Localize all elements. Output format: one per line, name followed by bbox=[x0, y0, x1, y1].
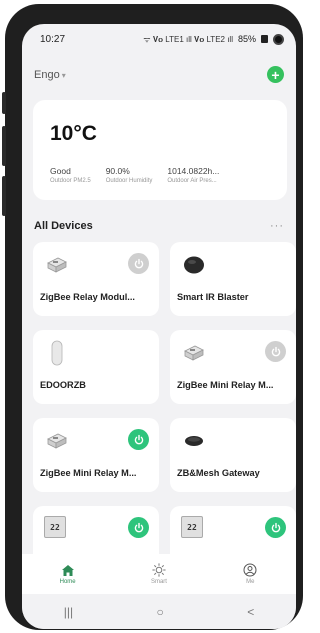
profile-icon bbox=[243, 563, 257, 577]
stat-label: Outdoor Humidity bbox=[105, 178, 153, 184]
relay-module-icon bbox=[44, 252, 70, 278]
device-card[interactable]: EDOORZB bbox=[33, 330, 159, 404]
weather-stat-pm25: Good Outdoor PM2.5 bbox=[50, 166, 91, 184]
device-card[interactable]: ZigBee Relay Modul... bbox=[33, 242, 159, 316]
power-icon bbox=[271, 522, 280, 532]
phone-frame: 10:27 ᯤ 𝐕𝐨 LTE1 ıll 𝐕𝐨 LTE2 ıll 85% Engo… bbox=[2, 4, 303, 630]
power-toggle-button[interactable] bbox=[265, 517, 286, 538]
nav-me[interactable]: Me bbox=[220, 563, 280, 585]
more-options-icon[interactable]: ··· bbox=[270, 220, 284, 232]
device-card[interactable]: ZigBee Mini Relay M... bbox=[170, 330, 296, 404]
nav-smart[interactable]: Smart bbox=[129, 563, 189, 585]
device-name: Smart IR Blaster bbox=[177, 292, 249, 302]
power-toggle-button[interactable] bbox=[128, 253, 149, 274]
nav-home[interactable]: Home bbox=[38, 564, 98, 585]
display-reading: 22 bbox=[50, 522, 60, 532]
home-button-icon[interactable]: ○ bbox=[157, 605, 164, 619]
power-icon bbox=[271, 346, 280, 356]
stat-value: 1014.0822h... bbox=[167, 166, 220, 176]
chevron-down-icon: ▾ bbox=[61, 70, 66, 80]
device-name: EDOORZB bbox=[40, 380, 86, 390]
outdoor-temperature: 10°C bbox=[50, 122, 97, 145]
back-icon[interactable]: < bbox=[247, 605, 254, 619]
stat-label: Outdoor PM2.5 bbox=[50, 178, 91, 184]
plus-icon: + bbox=[271, 66, 280, 83]
gateway-icon bbox=[181, 428, 207, 454]
device-card[interactable]: Smart IR Blaster bbox=[170, 242, 296, 316]
home-header: Engo ▾ + bbox=[34, 66, 284, 83]
mini-relay-icon bbox=[181, 340, 207, 366]
sun-icon bbox=[152, 563, 166, 577]
stat-value: Good bbox=[50, 166, 71, 176]
weather-stats: Good Outdoor PM2.5 90.0% Outdoor Humidit… bbox=[50, 166, 219, 184]
device-name: ZigBee Mini Relay M... bbox=[177, 380, 274, 390]
nav-label: Home bbox=[59, 578, 76, 585]
battery-level: 85% bbox=[237, 34, 256, 44]
thermostat-display-icon: 22 bbox=[44, 516, 66, 538]
door-sensor-icon bbox=[44, 340, 70, 366]
stat-value: 90.0% bbox=[105, 166, 130, 176]
signal-icons: ᯤ 𝐕𝐨 LTE1 ıll 𝐕𝐨 LTE2 ıll bbox=[143, 34, 233, 44]
device-name: ZB&Mesh Gateway bbox=[177, 468, 260, 478]
volume-up-button bbox=[2, 92, 6, 114]
nav-label: Smart bbox=[150, 579, 167, 585]
app-screen: 10:27 ᯤ 𝐕𝐨 LTE1 ıll 𝐕𝐨 LTE2 ıll 85% Engo… bbox=[22, 24, 296, 629]
power-toggle-button[interactable] bbox=[265, 341, 286, 362]
weather-stat-humidity: 90.0% Outdoor Humidity bbox=[106, 166, 153, 184]
volume-down-button bbox=[2, 126, 6, 166]
power-toggle-button[interactable] bbox=[128, 429, 149, 450]
device-name: ZigBee Mini Relay M... bbox=[40, 468, 137, 478]
add-device-button[interactable]: + bbox=[267, 66, 284, 83]
all-devices-tab[interactable]: All Devices bbox=[34, 220, 93, 232]
devices-header: All Devices ··· bbox=[34, 220, 284, 232]
battery-icon bbox=[261, 35, 268, 43]
system-navigation-bar: ||| ○ < bbox=[22, 594, 296, 629]
home-selector[interactable]: Engo ▾ bbox=[34, 69, 66, 81]
device-name: ZigBee Relay Modul... bbox=[40, 292, 135, 302]
status-time: 10:27 bbox=[40, 33, 66, 45]
weather-card[interactable]: 10°C Good Outdoor PM2.5 90.0% Outdoor Hu… bbox=[33, 100, 287, 200]
display-reading: 22 bbox=[187, 522, 197, 532]
power-icon bbox=[134, 258, 143, 268]
power-side-button bbox=[2, 176, 6, 216]
front-camera bbox=[273, 33, 284, 45]
status-bar: 10:27 ᯤ 𝐕𝐨 LTE1 ıll 𝐕𝐨 LTE2 ıll 85% bbox=[22, 24, 296, 54]
bottom-navigation: Home Smart Me bbox=[22, 554, 296, 594]
mini-relay-icon bbox=[44, 428, 70, 454]
home-icon bbox=[61, 564, 74, 576]
home-name: Engo bbox=[34, 68, 60, 81]
ir-blaster-icon bbox=[181, 252, 207, 278]
nav-label: Me bbox=[246, 579, 255, 585]
device-card[interactable]: ZB&Mesh Gateway bbox=[170, 418, 296, 492]
weather-stat-pressure: 1014.0822h... Outdoor Air Pres... bbox=[167, 166, 219, 184]
device-card[interactable]: ZigBee Mini Relay M... bbox=[33, 418, 159, 492]
power-icon bbox=[134, 434, 143, 444]
power-icon bbox=[134, 522, 143, 532]
recents-icon[interactable]: ||| bbox=[64, 605, 73, 619]
stat-label: Outdoor Air Pres... bbox=[167, 178, 217, 184]
thermostat-display-icon: 22 bbox=[181, 516, 203, 538]
power-toggle-button[interactable] bbox=[128, 517, 149, 538]
